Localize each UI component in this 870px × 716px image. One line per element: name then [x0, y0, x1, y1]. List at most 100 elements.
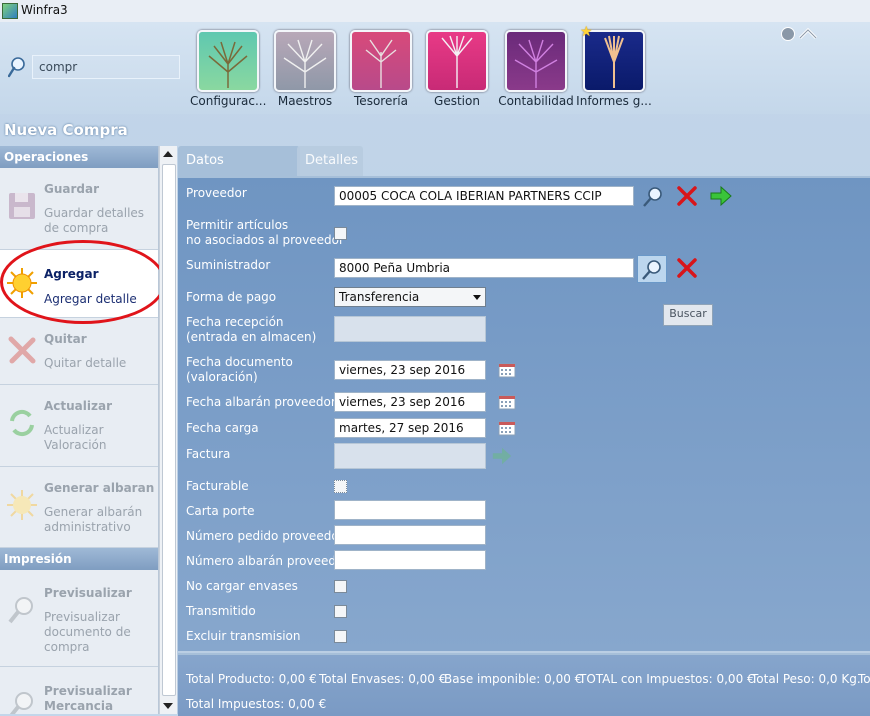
- magnifier-icon: [9, 692, 33, 714]
- label-proveedor: Proveedor: [186, 186, 247, 200]
- module-informes[interactable]: Informes g...: [576, 30, 652, 108]
- module-tesoreria[interactable]: Tesorería: [343, 30, 419, 108]
- magnifier-icon: [8, 597, 33, 624]
- facturable-checkbox[interactable]: [334, 480, 347, 493]
- module-label: Gestion: [434, 94, 480, 108]
- action-title: Actualizar: [44, 399, 113, 413]
- factura-input: [334, 443, 486, 469]
- module-contabilidad[interactable]: Contabilidad: [498, 30, 574, 108]
- module-label: Configurac...: [190, 94, 266, 108]
- arrow-right-icon[interactable]: [709, 184, 733, 208]
- forma-pago-select[interactable]: Transferencia: [334, 287, 486, 307]
- action-title: Previsualizar Mercancia: [44, 684, 132, 713]
- label-line: Permitir artículos: [186, 218, 289, 232]
- fecha-albaran-input[interactable]: viernes, 23 sep 2016: [334, 392, 486, 412]
- label-excluir-transmision: Excluir transmision: [186, 629, 301, 643]
- label-transmitido: Transmitido: [186, 604, 256, 618]
- action-actualizar[interactable]: Actualizar Actualizar Valoración: [0, 385, 158, 467]
- fecha-documento-input[interactable]: viernes, 23 sep 2016: [334, 360, 486, 380]
- calendar-icon[interactable]: [498, 362, 516, 378]
- total-peso: Total Peso: 0,0 Kg.: [751, 672, 861, 686]
- dropdown-arrow-icon: [473, 295, 481, 300]
- action-previsualizar[interactable]: Previsualizar Previsualizar documento de…: [0, 570, 158, 667]
- numero-albaran-input[interactable]: [334, 550, 486, 570]
- module-label: Tesorería: [354, 94, 408, 108]
- label-facturable: Facturable: [186, 479, 249, 493]
- tab-detalles[interactable]: Detalles: [297, 146, 363, 176]
- module-label: Informes g...: [576, 94, 652, 108]
- action-guardar[interactable]: Guardar Guardar detalles de compra: [0, 168, 158, 250]
- module-configuracion[interactable]: Configurac...: [190, 30, 266, 108]
- tab-datos-generales[interactable]: Datos generales: [178, 146, 300, 198]
- scroll-up-arrow-icon[interactable]: [163, 151, 173, 157]
- app-icon: [2, 3, 18, 19]
- search-icon[interactable]: [641, 184, 665, 208]
- section-header-impresion: Impresión: [0, 548, 158, 570]
- permitir-articulos-checkbox[interactable]: [334, 227, 347, 240]
- search-icon: [642, 260, 661, 280]
- label-fecha-documento: Fecha documento (valoración): [186, 355, 293, 385]
- action-quitar[interactable]: Quitar Quitar detalle: [0, 318, 158, 385]
- action-desc: Quitar detalle: [44, 356, 127, 370]
- total-truncated: To: [858, 672, 870, 686]
- label-permitir-articulos: Permitir artículos no asociados al prove…: [186, 218, 344, 248]
- sidebar: Operaciones Guardar Guardar detalles de …: [0, 146, 159, 714]
- label-carta-porte: Carta porte: [186, 504, 255, 518]
- chevron-up-icon[interactable]: [797, 25, 819, 41]
- label-line: (valoración): [186, 370, 258, 384]
- calendar-icon[interactable]: [498, 420, 516, 436]
- star-icon[interactable]: ★: [580, 24, 593, 40]
- total-producto: Total Producto: 0,00 €: [186, 672, 317, 686]
- dot-icon[interactable]: [781, 27, 795, 41]
- tree-icon: [197, 30, 259, 92]
- no-cargar-envases-checkbox[interactable]: [334, 580, 347, 593]
- label-numero-albaran: Número albarán proveedor: [186, 554, 349, 568]
- fecha-carga-input[interactable]: martes, 27 sep 2016: [334, 418, 486, 438]
- action-previsualizar-mercancia[interactable]: Previsualizar Mercancia: [0, 667, 158, 714]
- suministrador-input[interactable]: 8000 Peña Umbria: [334, 258, 634, 278]
- label-line: Fecha documento: [186, 355, 293, 369]
- action-desc: Guardar detalles de compra: [44, 206, 145, 235]
- buscar-button[interactable]: [637, 255, 667, 283]
- carta-porte-input[interactable]: [334, 500, 486, 520]
- label-fecha-albaran: Fecha albarán proveedor: [186, 395, 336, 409]
- window-title: Winfra3: [21, 3, 68, 17]
- scroll-down-arrow-icon[interactable]: [163, 703, 173, 709]
- calendar-icon[interactable]: [498, 394, 516, 410]
- label-suministrador: Suministrador: [186, 258, 271, 272]
- action-desc: Actualizar Valoración: [44, 423, 107, 452]
- fecha-recepcion-input: [334, 316, 486, 342]
- floppy-icon: [9, 193, 35, 219]
- action-desc: Generar albarán administrativo: [44, 505, 143, 534]
- search-input[interactable]: compr: [32, 55, 180, 79]
- module-maestros[interactable]: Maestros: [267, 30, 343, 108]
- action-desc: Previsualizar documento de compra: [44, 610, 131, 654]
- module-gestion[interactable]: Gestion: [419, 30, 495, 108]
- clear-x-icon[interactable]: [675, 184, 699, 208]
- numero-pedido-input[interactable]: [334, 525, 486, 545]
- annotation-highlight-circle: [0, 240, 166, 324]
- scroll-thumb[interactable]: [162, 164, 176, 696]
- tree-icon: [505, 30, 567, 92]
- label-line: (entrada en almacen): [186, 330, 317, 344]
- label-fecha-recepcion: Fecha recepción (entrada en almacen): [186, 315, 316, 345]
- sidebar-scrollbar[interactable]: [159, 146, 177, 714]
- clear-x-icon[interactable]: [675, 256, 699, 280]
- excluir-transmision-checkbox[interactable]: [334, 630, 347, 643]
- proveedor-input[interactable]: 00005 COCA COLA IBERIAN PARTNERS CCIP: [334, 186, 634, 206]
- transmitido-checkbox[interactable]: [334, 605, 347, 618]
- tree-icon: [350, 30, 412, 92]
- label-fecha-carga: Fecha carga: [186, 421, 259, 435]
- action-generar-albaran[interactable]: Generar albaran Generar albarán administ…: [0, 467, 158, 548]
- x-icon: [8, 336, 36, 364]
- total-impuestos: Total Impuestos: 0,00 €: [186, 697, 327, 711]
- label-factura: Factura: [186, 447, 231, 461]
- module-label: Contabilidad: [498, 94, 574, 108]
- label-line: no asociados al proveedor: [186, 233, 344, 247]
- total-envases: Total Envases: 0,00 €: [319, 672, 447, 686]
- total-con-impuestos: TOTAL con Impuestos: 0,00 €: [579, 672, 755, 686]
- base-imponible: Base imponible: 0,00 €: [444, 672, 583, 686]
- title-bar: Winfra3: [0, 0, 870, 23]
- search-icon[interactable]: [8, 56, 26, 78]
- buscar-tooltip: Buscar: [663, 304, 713, 326]
